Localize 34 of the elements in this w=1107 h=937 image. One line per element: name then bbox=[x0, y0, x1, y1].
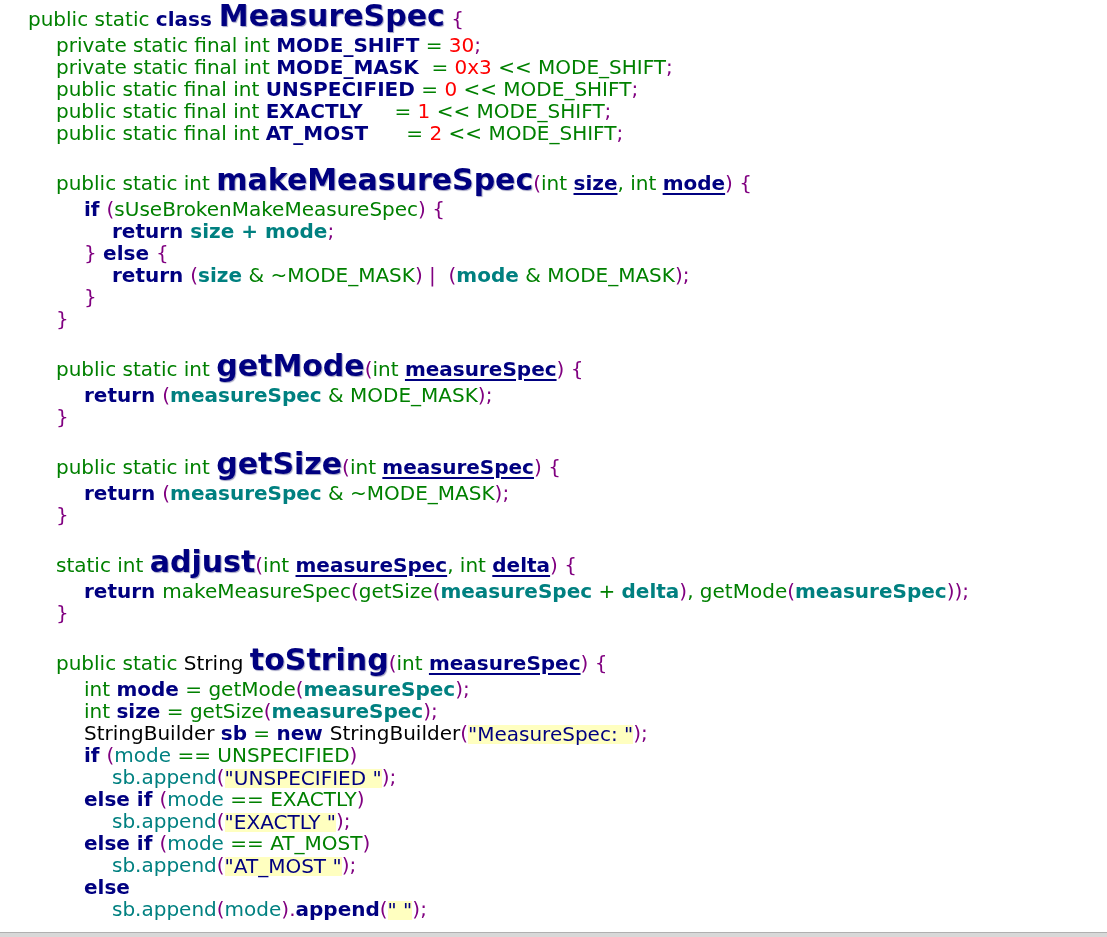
code-line: sb.append(mode).append(" "); bbox=[112, 898, 427, 920]
code-line: public static int getMode(int measureSpec) { bbox=[56, 352, 584, 384]
code-line: private static final int MODE_MASK = 0x3 << MODE_SHIFT; bbox=[56, 56, 673, 78]
code-line: int mode = getMode(measureSpec); bbox=[84, 678, 470, 700]
code-line: return (measureSpec & MODE_MASK); bbox=[84, 384, 493, 406]
code-line: int size = getSize(measureSpec); bbox=[84, 700, 438, 722]
code-line: public static class MeasureSpec { bbox=[28, 2, 464, 34]
code-line: return makeMeasureSpec(getSize(measureSpec + delta), getMode(measureSpec)); bbox=[84, 580, 969, 602]
code-line: public static final int UNSPECIFIED = 0 << MODE_SHIFT; bbox=[56, 78, 639, 100]
code-line: public static final int AT_MOST = 2 << MODE_SHIFT; bbox=[56, 122, 624, 144]
code-line: public static String toString(int measureSpec) { bbox=[56, 646, 608, 678]
code-line: } bbox=[56, 406, 69, 428]
code-line: return (size & ~MODE_MASK) | (mode & MODE_MASK); bbox=[112, 264, 690, 286]
code-line: else if (mode == AT_MOST) bbox=[84, 832, 371, 854]
code-line: public static final int EXACTLY = 1 << MODE_SHIFT; bbox=[56, 100, 612, 122]
code-line: sb.append("EXACTLY "); bbox=[112, 810, 351, 832]
code-line: } bbox=[56, 308, 69, 330]
code-line: return (measureSpec & ~MODE_MASK); bbox=[84, 482, 510, 504]
code-line: } bbox=[84, 286, 97, 308]
code-line: public static int makeMeasureSpec(int size, int mode) { bbox=[56, 166, 752, 198]
code-line: if (sUseBrokenMakeMeasureSpec) { bbox=[84, 198, 445, 220]
code-line: StringBuilder sb = new StringBuilder("MeasureSpec: "); bbox=[84, 722, 648, 744]
code-line: static int adjust(int measureSpec, int delta) { bbox=[56, 548, 577, 580]
code-line: private static final int MODE_SHIFT = 30; bbox=[56, 34, 481, 56]
code-line: return size + mode; bbox=[112, 220, 335, 242]
code-line: else bbox=[84, 876, 130, 898]
code-line: sb.append("AT_MOST "); bbox=[112, 854, 357, 876]
code-line: if (mode == UNSPECIFIED) bbox=[84, 744, 358, 766]
code-line: } bbox=[56, 504, 69, 526]
code-line: } else { bbox=[84, 242, 169, 264]
code-line: else if (mode == EXACTLY) bbox=[84, 788, 365, 810]
code-line: public static int getSize(int measureSpec) { bbox=[56, 450, 561, 482]
code-line: } bbox=[56, 602, 69, 624]
code-line: sb.append("UNSPECIFIED "); bbox=[112, 766, 397, 788]
